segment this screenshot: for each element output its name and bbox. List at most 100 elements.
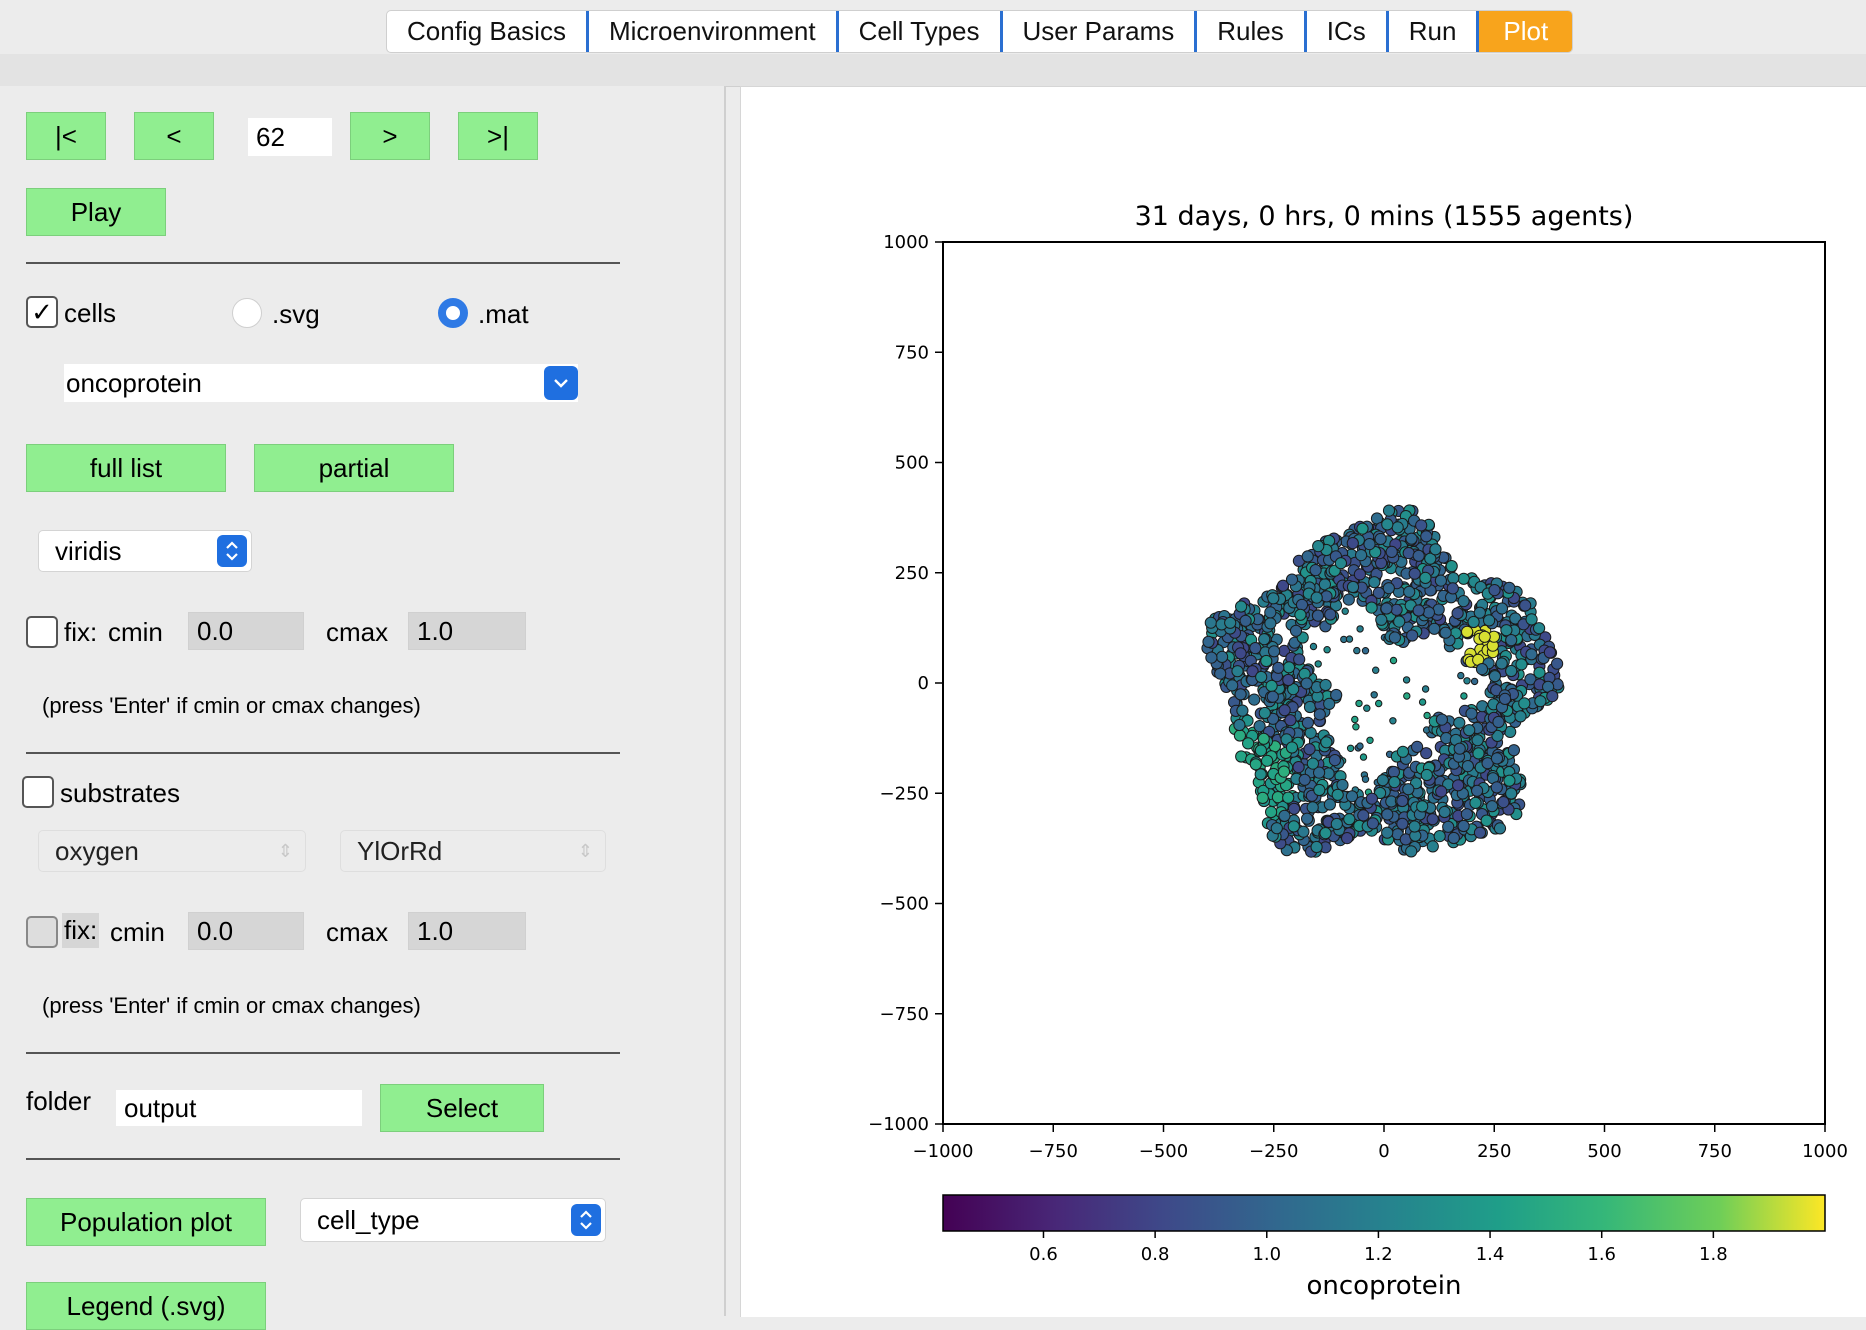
- cell-agent: [1323, 646, 1331, 654]
- folder-input[interactable]: output: [116, 1090, 362, 1126]
- cells-fix-checkbox[interactable]: [26, 616, 58, 648]
- cell-agent: [1301, 550, 1314, 563]
- cell-agent: [1408, 820, 1421, 833]
- cell-agent: [1433, 830, 1446, 843]
- cell-agent: [1519, 599, 1532, 612]
- x-tick-label: −750: [1029, 1141, 1078, 1162]
- tab-cell-types[interactable]: Cell Types: [839, 11, 1003, 52]
- frame-number-input[interactable]: 62: [248, 118, 332, 156]
- cell-agent: [1356, 522, 1369, 535]
- cell-agent: [1265, 679, 1278, 693]
- cell-agent: [1387, 765, 1401, 779]
- tab-ics[interactable]: ICs: [1307, 11, 1389, 52]
- updown-chevron-icon: ⇕: [277, 840, 293, 861]
- first-frame-button[interactable]: |<: [26, 112, 106, 160]
- tab-config-basics[interactable]: Config Basics: [387, 11, 589, 52]
- x-tick-label: 750: [1698, 1141, 1732, 1162]
- divider: [26, 262, 620, 264]
- y-tick-label: −750: [880, 1004, 929, 1025]
- cell-agent: [1469, 796, 1482, 810]
- cell-agent: [1408, 567, 1421, 580]
- tab-user-params[interactable]: User Params: [1003, 11, 1198, 52]
- cell-agent: [1389, 717, 1397, 725]
- partial-button[interactable]: partial: [254, 444, 454, 492]
- cell-agent: [1285, 573, 1299, 586]
- cell-agent: [1314, 660, 1322, 668]
- cell-agent: [1303, 700, 1317, 714]
- tab-plot[interactable]: Plot: [1479, 11, 1573, 52]
- substrates-checkbox[interactable]: [22, 776, 54, 808]
- tab-rules[interactable]: Rules: [1197, 11, 1307, 52]
- substrate-select[interactable]: oxygen ⇕: [38, 830, 306, 872]
- cell-agent: [1295, 598, 1309, 611]
- cell-agent: [1271, 791, 1285, 804]
- full-list-button[interactable]: full list: [26, 444, 226, 492]
- cell-agent: [1453, 742, 1466, 755]
- cell-agent: [1254, 768, 1267, 781]
- mat-radio-label: .mat: [478, 299, 529, 329]
- cell-agent: [1411, 740, 1424, 754]
- play-button[interactable]: Play: [26, 188, 166, 236]
- cell-agent: [1267, 592, 1280, 605]
- cell-agent: [1261, 754, 1274, 767]
- substrates-cmax-input[interactable]: 1.0: [408, 912, 526, 950]
- cell-agent: [1288, 802, 1301, 815]
- cell-agent: [1478, 630, 1491, 643]
- cell-agent: [1257, 732, 1270, 745]
- next-frame-button[interactable]: >: [350, 112, 430, 160]
- svg-radio[interactable]: [232, 298, 262, 328]
- cell-agent: [1254, 744, 1268, 757]
- tab-run[interactable]: Run: [1389, 11, 1480, 52]
- cell-agent: [1391, 521, 1404, 534]
- cell-agent: [1294, 608, 1307, 621]
- cell-agent: [1442, 820, 1455, 833]
- cell-agent: [1492, 715, 1505, 729]
- cell-agent: [1490, 781, 1503, 794]
- y-tick-label: 1000: [883, 232, 929, 253]
- cell-agent: [1303, 743, 1316, 756]
- substrates-cmin-input[interactable]: 0.0: [188, 912, 304, 950]
- cell-agent: [1277, 765, 1291, 778]
- cell-agent: [1310, 591, 1323, 604]
- cell-agent: [1493, 822, 1507, 835]
- cell-agent: [1265, 805, 1278, 819]
- cell-agent: [1416, 800, 1429, 813]
- cells-cmin-input[interactable]: 0.0: [188, 612, 304, 650]
- cell-agent: [1366, 736, 1374, 744]
- cell-agent: [1460, 808, 1474, 821]
- substrate-colormap-value: YlOrRd: [357, 835, 443, 866]
- cells-cmax-input[interactable]: 1.0: [408, 612, 526, 650]
- cell-agent: [1389, 656, 1398, 665]
- cell-variable-dropdown[interactable]: oncoprotein: [64, 364, 578, 402]
- substrate-colormap-select[interactable]: YlOrRd ⇕: [340, 830, 606, 872]
- substrates-fix-checkbox[interactable]: [26, 916, 58, 948]
- population-select[interactable]: cell_type: [300, 1198, 606, 1242]
- chevron-down-icon[interactable]: [544, 366, 578, 400]
- cell-agent: [1328, 754, 1342, 767]
- x-tick-label: −1000: [913, 1141, 974, 1162]
- cell-agent: [1405, 845, 1418, 858]
- cell-agent: [1341, 607, 1349, 615]
- previous-frame-button[interactable]: <: [134, 112, 214, 160]
- cell-agent: [1546, 690, 1559, 703]
- cell-agent: [1272, 661, 1285, 674]
- mat-radio[interactable]: [438, 298, 468, 328]
- last-frame-button[interactable]: >|: [458, 112, 538, 160]
- cell-agent: [1422, 606, 1436, 619]
- cell-agent: [1445, 560, 1458, 573]
- cells-layer: [1201, 504, 1565, 858]
- legend-svg-button[interactable]: Legend (.svg): [26, 1282, 266, 1330]
- cell-colormap-select[interactable]: viridis: [38, 530, 252, 572]
- cell-agent: [1361, 647, 1370, 655]
- select-folder-button[interactable]: Select: [380, 1084, 544, 1132]
- cell-agent: [1457, 819, 1470, 833]
- population-plot-button[interactable]: Population plot: [26, 1198, 266, 1246]
- substrate-value: oxygen: [55, 835, 139, 866]
- tab-microenvironment[interactable]: Microenvironment: [589, 11, 839, 52]
- cell-agent: [1457, 572, 1470, 585]
- cell-agent: [1507, 744, 1521, 757]
- cell-agent: [1235, 600, 1248, 613]
- cell-agent: [1216, 650, 1229, 664]
- cell-agent: [1323, 798, 1337, 811]
- cells-checkbox[interactable]: ✓: [26, 296, 58, 328]
